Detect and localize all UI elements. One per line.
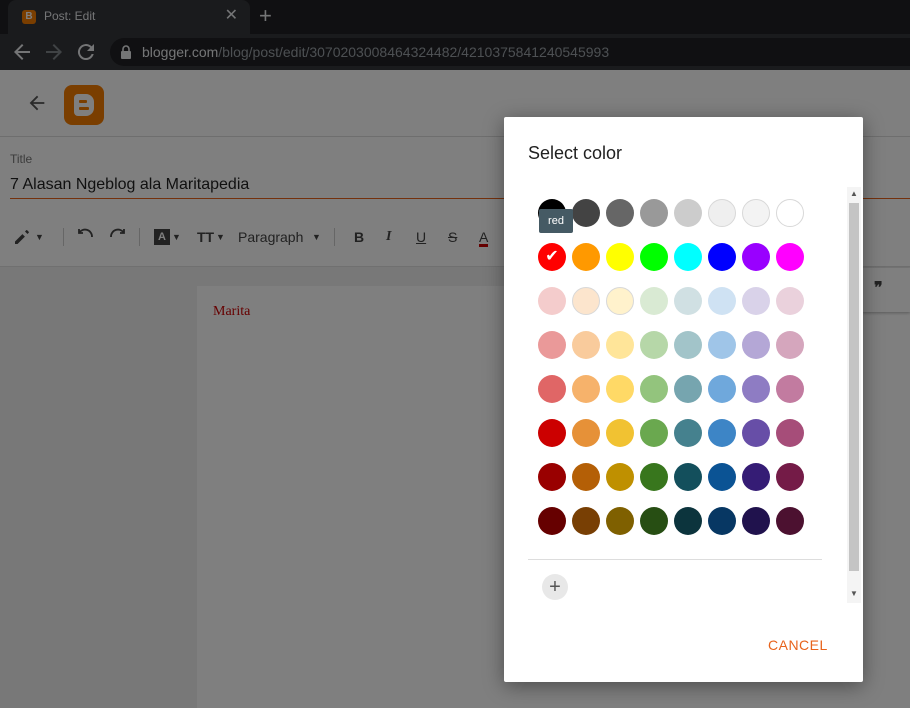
color-swatch[interactable] bbox=[708, 507, 736, 535]
color-swatch[interactable] bbox=[572, 375, 600, 403]
color-swatch[interactable] bbox=[640, 419, 668, 447]
scroll-down-icon[interactable]: ▼ bbox=[850, 589, 858, 598]
color-swatch[interactable] bbox=[742, 375, 770, 403]
color-swatch[interactable] bbox=[708, 243, 736, 271]
color-swatch[interactable] bbox=[640, 507, 668, 535]
add-custom-color-button[interactable]: + bbox=[542, 574, 568, 600]
color-swatch[interactable] bbox=[776, 243, 804, 271]
color-swatch[interactable] bbox=[606, 331, 634, 359]
color-swatch[interactable] bbox=[606, 243, 634, 271]
color-swatch[interactable] bbox=[674, 331, 702, 359]
color-swatch[interactable] bbox=[776, 331, 804, 359]
color-swatch[interactable] bbox=[572, 287, 600, 315]
color-swatch-grid: ✔ bbox=[538, 199, 818, 539]
cancel-button[interactable]: CANCEL bbox=[768, 637, 828, 653]
color-swatch[interactable] bbox=[606, 375, 634, 403]
checkmark-icon: ✔ bbox=[545, 248, 559, 265]
color-swatch[interactable] bbox=[640, 463, 668, 491]
color-swatch[interactable] bbox=[742, 331, 770, 359]
color-swatch[interactable] bbox=[674, 507, 702, 535]
color-swatch[interactable] bbox=[640, 199, 668, 227]
color-swatch[interactable] bbox=[640, 331, 668, 359]
swatch-scrollbar[interactable]: ▲ ▼ bbox=[847, 187, 861, 603]
color-swatch[interactable] bbox=[742, 287, 770, 315]
color-swatch[interactable] bbox=[538, 507, 566, 535]
color-swatch[interactable] bbox=[708, 419, 736, 447]
color-swatch[interactable] bbox=[606, 287, 634, 315]
color-swatch[interactable] bbox=[538, 375, 566, 403]
color-tooltip: red bbox=[539, 209, 573, 233]
color-swatch[interactable] bbox=[674, 287, 702, 315]
color-swatch[interactable] bbox=[606, 199, 634, 227]
color-swatch[interactable]: ✔ bbox=[538, 243, 566, 271]
color-swatch[interactable] bbox=[708, 199, 736, 227]
color-swatch[interactable] bbox=[572, 419, 600, 447]
color-swatch[interactable] bbox=[572, 199, 600, 227]
color-swatch[interactable] bbox=[674, 419, 702, 447]
color-swatch[interactable] bbox=[674, 243, 702, 271]
color-swatch[interactable] bbox=[640, 375, 668, 403]
color-swatch[interactable] bbox=[742, 463, 770, 491]
scroll-up-icon[interactable]: ▲ bbox=[850, 189, 858, 198]
color-swatch[interactable] bbox=[674, 375, 702, 403]
dialog-divider bbox=[528, 559, 822, 560]
color-swatch[interactable] bbox=[606, 463, 634, 491]
color-swatch[interactable] bbox=[776, 507, 804, 535]
color-swatch[interactable] bbox=[572, 507, 600, 535]
dialog-title: Select color bbox=[528, 143, 623, 163]
color-swatch[interactable] bbox=[742, 243, 770, 271]
color-swatch[interactable] bbox=[708, 287, 736, 315]
select-color-dialog: Select color ✔ red ▲ ▼ + CANCEL bbox=[504, 117, 863, 682]
color-swatch[interactable] bbox=[538, 287, 566, 315]
color-swatch[interactable] bbox=[572, 243, 600, 271]
color-swatch[interactable] bbox=[742, 199, 770, 227]
color-swatch[interactable] bbox=[674, 199, 702, 227]
color-swatch[interactable] bbox=[742, 419, 770, 447]
scroll-thumb[interactable] bbox=[849, 203, 859, 571]
color-swatch[interactable] bbox=[708, 331, 736, 359]
color-swatch[interactable] bbox=[776, 287, 804, 315]
color-swatch[interactable] bbox=[776, 199, 804, 227]
color-swatch[interactable] bbox=[708, 463, 736, 491]
color-swatch[interactable] bbox=[640, 287, 668, 315]
color-swatch[interactable] bbox=[674, 463, 702, 491]
color-swatch[interactable] bbox=[538, 419, 566, 447]
color-swatch[interactable] bbox=[776, 463, 804, 491]
color-swatch[interactable] bbox=[640, 243, 668, 271]
color-swatch[interactable] bbox=[606, 507, 634, 535]
color-swatch[interactable] bbox=[776, 419, 804, 447]
color-swatch[interactable] bbox=[538, 331, 566, 359]
color-swatch[interactable] bbox=[572, 463, 600, 491]
color-swatch[interactable] bbox=[776, 375, 804, 403]
color-swatch[interactable] bbox=[572, 331, 600, 359]
color-swatch[interactable] bbox=[742, 507, 770, 535]
color-swatch[interactable] bbox=[606, 419, 634, 447]
color-swatch[interactable] bbox=[538, 463, 566, 491]
color-swatch[interactable] bbox=[708, 375, 736, 403]
